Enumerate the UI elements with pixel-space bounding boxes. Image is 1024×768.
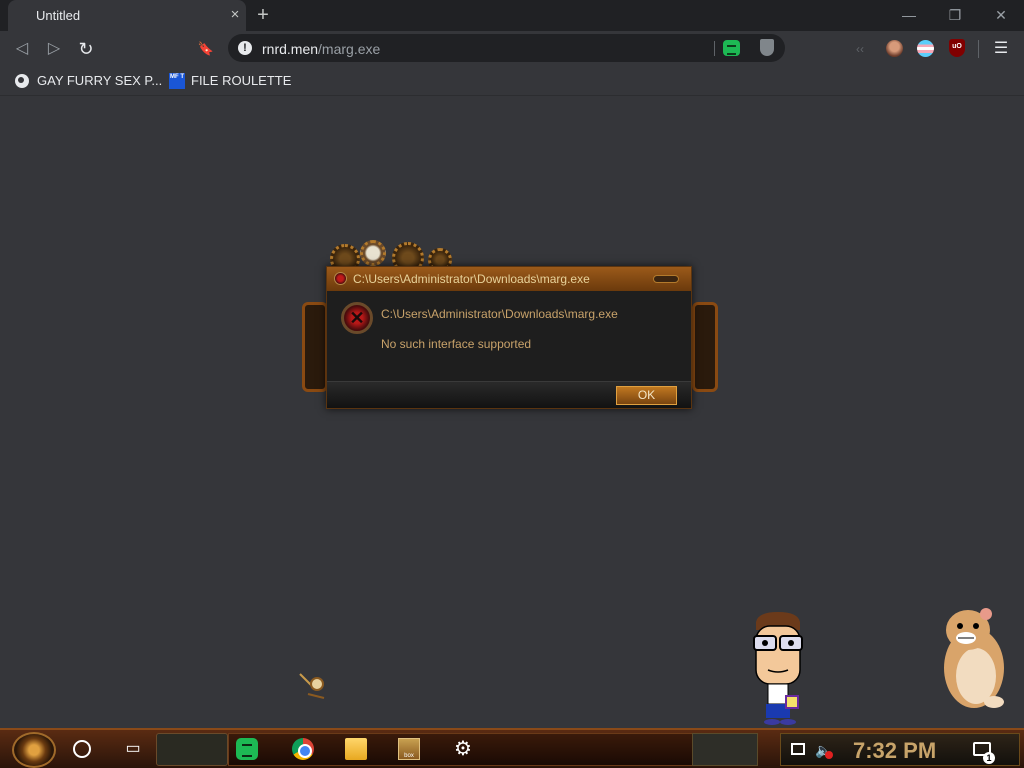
hank-hill-character bbox=[753, 612, 803, 725]
system-tray: 🔈 7:32 PM 1 bbox=[780, 733, 1020, 766]
task-view-icon[interactable]: ▭ bbox=[122, 738, 144, 760]
box-app-icon[interactable]: box bbox=[398, 738, 420, 760]
error-icon: ✕ bbox=[341, 302, 373, 334]
tab-title: Untitled bbox=[36, 8, 81, 23]
ok-button[interactable]: OK bbox=[616, 386, 677, 405]
hamster-character bbox=[944, 608, 1004, 708]
spotify-icon[interactable] bbox=[236, 738, 258, 760]
dialog-close-button[interactable] bbox=[653, 275, 679, 283]
file-roulette-icon: MF T bbox=[169, 73, 185, 89]
taskbar-search-panel[interactable] bbox=[156, 733, 228, 766]
dialog-message: No such interface supported bbox=[381, 337, 532, 351]
browser-toolbar: ◁ ▷ ↻ 🔖 ! rnrd.men/marg.exe ‹‹ uO ☰ bbox=[0, 31, 1024, 67]
start-button[interactable] bbox=[12, 732, 56, 768]
bookmark-gay-furry[interactable]: GAY FURRY SEX P... bbox=[15, 71, 162, 91]
browser-menu-icon[interactable]: ☰ bbox=[990, 38, 1012, 60]
minimize-button[interactable]: — bbox=[897, 4, 921, 26]
toolbar-separator bbox=[978, 40, 979, 58]
omnibox-separator bbox=[714, 41, 715, 56]
spotify-extension-icon[interactable] bbox=[723, 40, 740, 56]
url-path: /marg.exe bbox=[318, 41, 381, 57]
bookmark-label: FILE ROULETTE bbox=[191, 73, 292, 88]
gauge-icon bbox=[360, 240, 386, 266]
chrome-icon[interactable] bbox=[292, 738, 314, 760]
bookmark-label: GAY FURRY SEX P... bbox=[37, 73, 163, 88]
new-tab-button[interactable]: + bbox=[253, 4, 273, 26]
address-bar[interactable]: ! rnrd.men/marg.exe bbox=[228, 34, 785, 62]
network-icon[interactable] bbox=[791, 743, 805, 755]
tab-strip: Untitled × + — ❐ ✕ bbox=[0, 0, 1024, 31]
taskbar: ▭ box ⚙ 🔈 7:32 PM 1 bbox=[0, 728, 1024, 768]
muted-indicator-icon bbox=[825, 751, 833, 759]
tab-close-icon[interactable]: × bbox=[226, 6, 244, 24]
dialog-titlebar[interactable]: C:\Users\Administrator\Downloads\marg.ex… bbox=[327, 267, 691, 291]
shield-extension-icon[interactable] bbox=[760, 39, 774, 56]
avatar-extension-icon[interactable] bbox=[886, 40, 903, 57]
steampunk-side-decoration-left bbox=[302, 302, 328, 392]
content-divider bbox=[0, 95, 1024, 96]
forward-button[interactable]: ▷ bbox=[42, 37, 66, 61]
clock[interactable]: 7:32 PM bbox=[853, 738, 936, 764]
dialog-footer: OK bbox=[327, 381, 691, 408]
notification-count-badge: 1 bbox=[983, 752, 995, 764]
app-icon bbox=[334, 272, 347, 285]
file-explorer-icon[interactable] bbox=[345, 738, 367, 760]
bookmark-file-roulette[interactable]: MF T FILE ROULETTE bbox=[169, 71, 294, 91]
url-text[interactable]: rnrd.men/marg.exe bbox=[262, 41, 380, 57]
close-window-button[interactable]: ✕ bbox=[989, 4, 1013, 26]
tab-untitled[interactable]: Untitled × bbox=[8, 0, 246, 31]
url-host: rnrd.men bbox=[262, 41, 319, 57]
reload-button[interactable]: ↻ bbox=[74, 37, 98, 61]
ublock-origin-icon[interactable]: uO bbox=[949, 39, 965, 57]
bookmarks-bar: GAY FURRY SEX P... MF T FILE ROULETTE bbox=[0, 67, 1024, 95]
settings-icon[interactable]: ⚙ bbox=[452, 738, 474, 760]
steampunk-side-decoration-right bbox=[692, 302, 718, 392]
bookmark-star-icon[interactable]: 🔖 bbox=[194, 37, 218, 61]
extension-overflow-icon[interactable]: ‹‹ bbox=[856, 39, 870, 59]
back-button[interactable]: ◁ bbox=[10, 37, 34, 61]
cortana-search-icon[interactable] bbox=[73, 740, 91, 758]
globe-icon bbox=[15, 74, 29, 88]
dialog-file-path: C:\Users\Administrator\Downloads\marg.ex… bbox=[381, 307, 618, 321]
dialog-title: C:\Users\Administrator\Downloads\marg.ex… bbox=[353, 272, 590, 286]
error-dialog: C:\Users\Administrator\Downloads\marg.ex… bbox=[326, 266, 692, 409]
taskbar-right-panel bbox=[692, 733, 758, 766]
trans-flag-extension-icon[interactable] bbox=[917, 40, 934, 57]
restore-button[interactable]: ❐ bbox=[943, 4, 967, 26]
site-info-icon[interactable]: ! bbox=[238, 41, 252, 55]
pendulum-cursor-icon bbox=[299, 673, 325, 699]
